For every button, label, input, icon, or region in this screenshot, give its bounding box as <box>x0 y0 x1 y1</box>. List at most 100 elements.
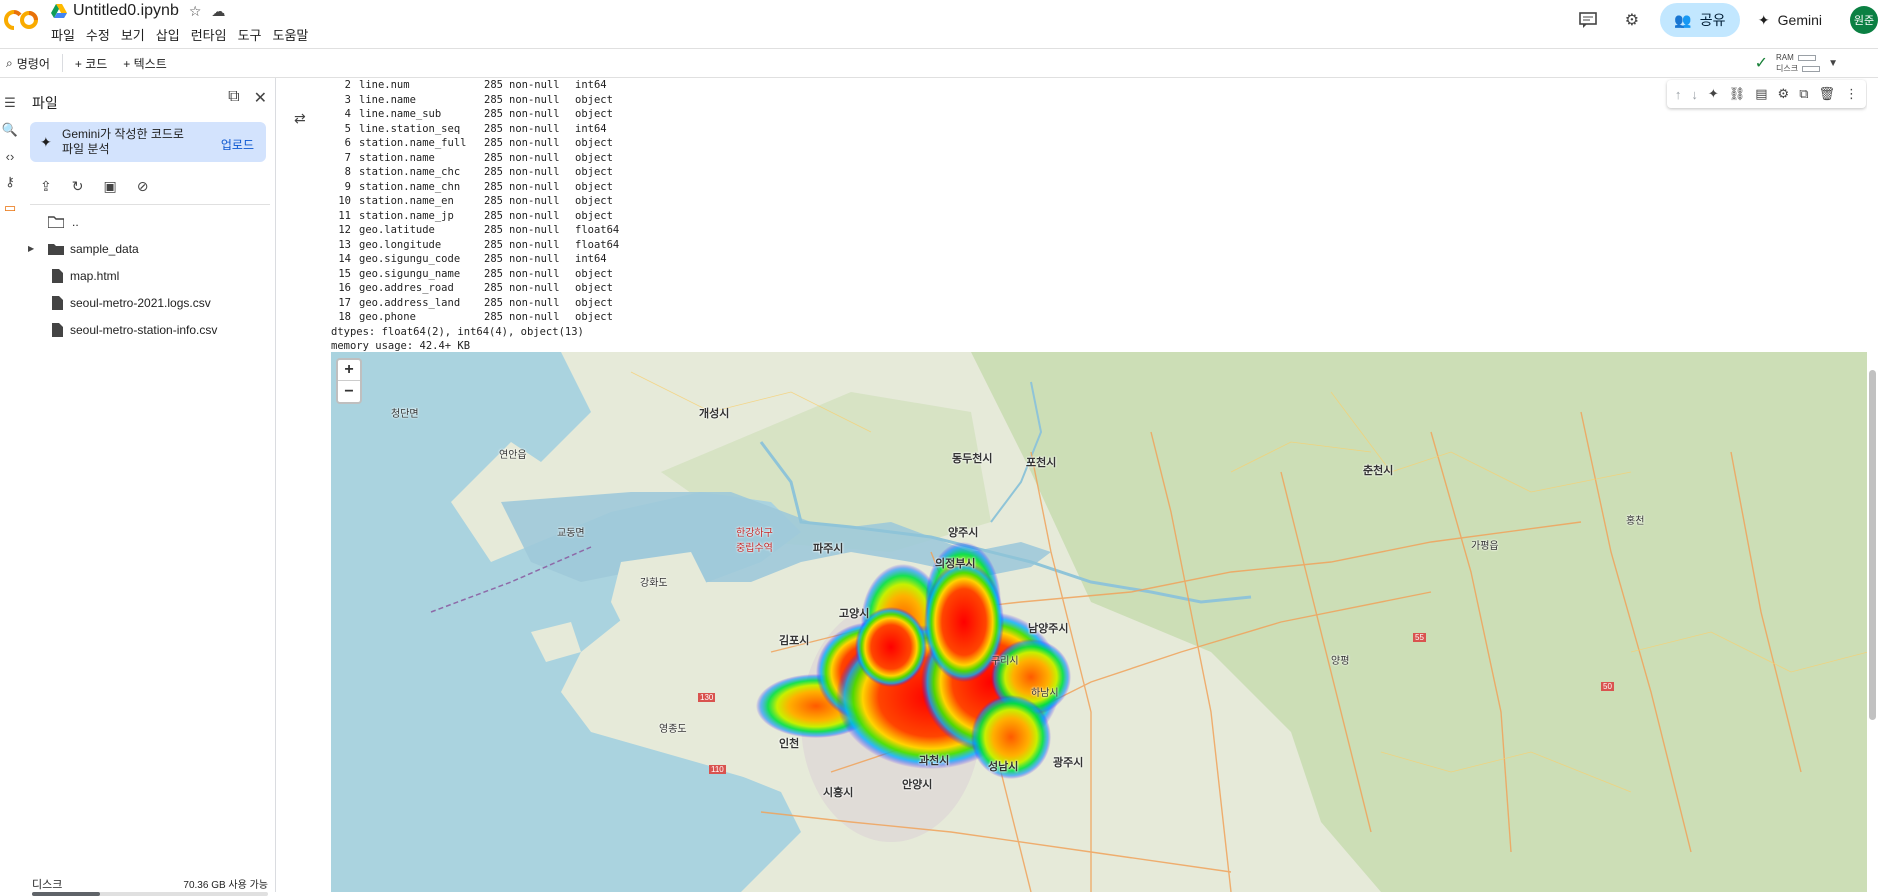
colab-logo[interactable] <box>4 8 40 32</box>
main-scrollbar[interactable] <box>1867 78 1878 892</box>
table-cell: 285 <box>484 137 503 149</box>
zoom-out-button[interactable]: − <box>338 381 360 402</box>
folder-icon[interactable]: ▭ <box>0 198 20 218</box>
table-cell: station.name <box>359 151 435 164</box>
table-cell: 7 <box>344 151 351 164</box>
table-row: 13 geo.longitude 285 non-null float64 <box>331 238 635 253</box>
gear-icon[interactable]: ⚙ <box>1616 4 1648 36</box>
table-cell: 4 <box>344 108 351 120</box>
scrollbar-thumb[interactable] <box>1869 370 1876 720</box>
output-options-icon[interactable]: ⇄ <box>294 110 306 127</box>
table-cell: 13 <box>338 238 351 251</box>
more-icon[interactable]: ⋮ <box>1845 86 1858 102</box>
gemini-label: Gemini <box>1777 12 1822 28</box>
table-cell: non-null <box>509 224 560 236</box>
map-place-label: 파주시 <box>813 543 844 555</box>
ram-label: RAM <box>1776 53 1794 62</box>
map-place-label: 양평 <box>1331 656 1350 667</box>
map-place-label: 시흥시 <box>823 787 854 799</box>
tree-item-file[interactable]: seoul-metro-station-info.csv <box>22 316 276 343</box>
table-cell: 285 <box>484 253 503 265</box>
tree-item-file[interactable]: map.html <box>22 262 276 289</box>
table-row: 4 line.name_sub 285 non-null object <box>331 107 635 122</box>
caret-right-icon[interactable]: ▶ <box>28 244 34 253</box>
tree-item-parent[interactable]: .. <box>22 208 276 235</box>
table-row: 17 geo.address_land 285 non-null object <box>331 296 635 311</box>
menu-insert[interactable]: 삽입 <box>156 25 180 44</box>
chevron-down-icon[interactable]: ▼ <box>1828 58 1838 69</box>
refresh-icon[interactable]: ↻ <box>72 178 84 195</box>
table-cell: 11 <box>338 209 351 222</box>
sparkle-icon[interactable]: ✦ <box>1708 86 1719 102</box>
tree-item-folder[interactable]: ▶ sample_data <box>22 235 276 262</box>
comment-icon[interactable]: ▤ <box>1755 86 1767 102</box>
mount-drive-icon[interactable]: ▣ <box>103 178 116 195</box>
table-row: 6 station.name_full 285 non-null object <box>331 136 635 151</box>
table-cell: geo.sigungu_name <box>359 267 461 280</box>
key-icon[interactable]: ⚷ <box>0 172 20 192</box>
table-cell: 18 <box>338 311 351 323</box>
file-icon <box>52 268 63 283</box>
table-cell: station.name_chn <box>359 180 461 193</box>
delete-icon[interactable]: 🗑 <box>1818 86 1835 102</box>
notebook-toolbar: ⌕ 명령어 + 코드 + 텍스트 ✓ RAM 디스크 ▼ <box>0 48 1878 78</box>
menu-help[interactable]: 도움말 <box>273 25 309 44</box>
road-shield: 110 <box>709 765 726 774</box>
upload-file-icon[interactable]: ⇪ <box>40 178 52 195</box>
menu-bar: 파일 수정 보기 삽입 런타임 도구 도움말 <box>51 25 308 44</box>
tree-item-label: sample_data <box>70 241 139 256</box>
link-icon[interactable]: ⛓ <box>1729 86 1746 102</box>
table-row: 18 geo.phone 285 non-null object <box>331 310 635 325</box>
zoom-in-button[interactable]: + <box>338 360 360 381</box>
code-snippets-icon[interactable]: ‹› <box>0 146 20 166</box>
tree-item-label: .. <box>72 214 79 229</box>
add-code-button[interactable]: + 코드 <box>75 55 107 72</box>
menu-runtime[interactable]: 런타임 <box>191 25 227 44</box>
comment-icon[interactable] <box>1572 4 1604 36</box>
table-cell: object <box>575 137 613 149</box>
gemini-analyze-card[interactable]: ✦ Gemini가 작성한 코드로 파일 분석 업로드 <box>30 122 266 162</box>
add-text-button[interactable]: + 텍스트 <box>123 55 166 72</box>
close-icon[interactable]: ✕ <box>254 88 267 108</box>
folium-heatmap[interactable]: + − 개성시 파주시 고양시 김포시 인천 의정부시 양주시 동두천시 포천시 남양주시 춘천시 광… <box>331 352 1868 892</box>
table-cell: non-null <box>509 253 560 265</box>
mirror-cell-icon[interactable]: ⧉ <box>1799 86 1808 102</box>
map-place-label: 의정부시 <box>935 558 976 570</box>
upload-link[interactable]: 업로드 <box>221 136 254 153</box>
find-icon[interactable]: 🔍 <box>0 120 20 140</box>
toc-icon[interactable]: ☰ <box>0 93 20 113</box>
star-icon[interactable]: ☆ <box>189 3 202 20</box>
table-cell: non-null <box>509 296 560 309</box>
table-cell: object <box>575 93 613 106</box>
table-cell: non-null <box>509 93 560 106</box>
cloud-icon[interactable]: ☁ <box>211 3 225 20</box>
map-place-label: 개성시 <box>699 408 730 420</box>
open-in-tab-icon[interactable]: ⧉ <box>228 88 239 108</box>
menu-file[interactable]: 파일 <box>51 25 75 44</box>
dtypes-line: dtypes: float64(2), int64(4), object(13) <box>331 325 584 338</box>
table-cell: station.name_jp <box>359 209 454 222</box>
road-shield: 55 <box>1413 633 1426 642</box>
table-cell: non-null <box>509 166 560 178</box>
runtime-resources[interactable]: ✓ RAM 디스크 ▼ <box>1755 52 1838 74</box>
share-button[interactable]: 👥 공유 <box>1659 3 1740 37</box>
menu-view[interactable]: 보기 <box>121 25 145 44</box>
table-cell: 285 <box>484 224 503 236</box>
menu-tools[interactable]: 도구 <box>238 25 262 44</box>
gemini-button[interactable]: ✦ Gemini <box>1758 4 1822 36</box>
tree-item-file[interactable]: seoul-metro-2021.logs.csv <box>22 289 276 316</box>
avatar[interactable]: 원준 <box>1850 6 1878 34</box>
table-cell: geo.address_land <box>359 296 461 309</box>
table-row: 5 line.station_seq 285 non-null int64 <box>331 122 635 137</box>
move-up-icon[interactable]: ↑ <box>1675 87 1682 102</box>
command-palette-button[interactable]: ⌕ 명령어 <box>6 55 50 72</box>
table-cell: line.num <box>359 79 410 91</box>
notebook-title[interactable]: Untitled0.ipynb <box>73 2 179 20</box>
road-shield: 50 <box>1601 682 1614 691</box>
table-cell: object <box>575 180 613 193</box>
move-down-icon[interactable]: ↓ <box>1691 87 1698 102</box>
map-place-label: 광주시 <box>1053 757 1084 769</box>
hide-files-icon[interactable]: ⊘ <box>137 178 149 195</box>
gear-icon[interactable]: ⚙ <box>1778 86 1790 102</box>
menu-edit[interactable]: 수정 <box>86 25 110 44</box>
